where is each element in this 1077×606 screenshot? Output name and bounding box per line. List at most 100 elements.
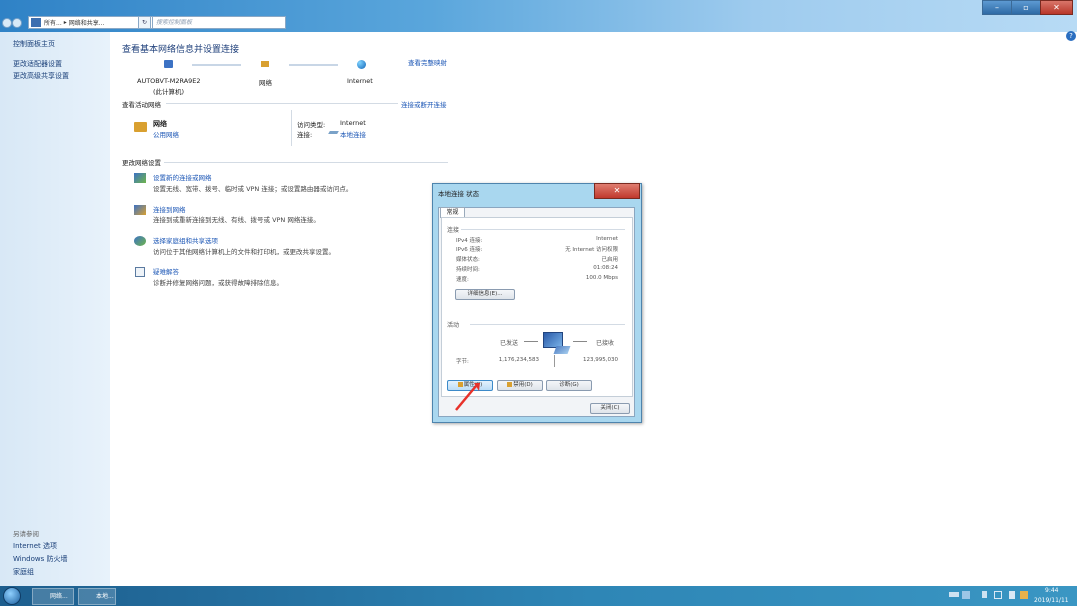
forward-button[interactable] (12, 18, 22, 28)
bytes-sent: 1,176,234,583 (498, 357, 539, 363)
media-state-value: 已启用 (601, 257, 618, 263)
map-line-2 (289, 64, 338, 66)
node-computer-sub: (此计算机) (153, 88, 185, 96)
breadcrumb-separator-icon: ▸ (63, 19, 67, 26)
minimize-button[interactable]: – (982, 0, 1012, 15)
sidebar-link-adapter[interactable]: 更改适配器设置 (13, 59, 62, 69)
taskbar (0, 586, 1077, 606)
flag-icon[interactable] (1020, 591, 1028, 599)
divider (166, 103, 398, 104)
node-network-label: 网络 (259, 79, 272, 87)
public-network-icon (134, 122, 147, 132)
task-homegroup-link[interactable]: 选择家庭组和共享选项 (153, 235, 218, 245)
active-networks-title: 查看活动网络 (122, 101, 161, 109)
network-tray-icon[interactable] (994, 591, 1002, 599)
ipv4-value: Internet (596, 236, 618, 242)
change-settings-title: 更改网络设置 (122, 159, 161, 167)
help-icon[interactable]: ? (1066, 31, 1076, 41)
taskbar-item-local[interactable]: 本地... (78, 588, 116, 605)
diagnose-button[interactable]: 诊断(G) (546, 380, 592, 391)
sidebar-home-link[interactable]: 控制面板主页 (13, 39, 55, 49)
task-homegroup-desc: 访问位于其他网络计算机上的文件和打印机，或更改共享设置。 (153, 248, 335, 256)
sidebar-firewall[interactable]: Windows 防火墙 (13, 554, 67, 564)
node-internet-label: Internet (347, 77, 373, 85)
annotation-arrow-icon (455, 383, 480, 411)
left-pane (0, 32, 110, 586)
disable-button-label: 禁用(D) (513, 382, 533, 388)
local-connection-link[interactable]: 本地连接 (340, 129, 366, 139)
task-troubleshoot-desc: 诊断并修复网络问题，或获得故障排除信息。 (153, 279, 283, 287)
sent-line (524, 341, 538, 342)
sidebar-link-sharing[interactable]: 更改高级共享设置 (13, 71, 69, 81)
see-also-title: 另请参阅 (13, 530, 39, 538)
connect-network-icon (134, 205, 146, 215)
computer-icon (164, 60, 173, 68)
shield-icon (507, 382, 513, 387)
sidebar-homegroup[interactable]: 家庭组 (13, 567, 34, 577)
divider (461, 229, 625, 230)
task-connect-network-desc: 连接到或重新连接到无线、有线、拨号或 VPN 网络连接。 (153, 216, 320, 224)
start-button[interactable] (3, 587, 21, 605)
speed-value: 100.0 Mbps (585, 275, 618, 281)
connections-label: 连接: (297, 131, 313, 139)
close-button[interactable]: ✕ (1040, 0, 1073, 15)
view-full-map-link[interactable]: 查看完整映射 (408, 57, 447, 67)
access-type-value: Internet (340, 119, 366, 127)
received-line (573, 341, 587, 342)
ethernet-icon (328, 131, 339, 134)
map-line-1 (192, 64, 241, 66)
control-panel-icon (31, 18, 41, 27)
page-title: 查看基本网络信息并设置连接 (122, 45, 240, 55)
access-type-label: 访问类型: (297, 121, 326, 129)
refresh-icon[interactable]: ↻ (138, 16, 151, 29)
divider (470, 324, 625, 325)
volume-icon[interactable] (1009, 591, 1015, 599)
ipv6-value: 无 Internet 访问权限 (565, 247, 618, 253)
disable-button[interactable]: 禁用(D) (497, 380, 543, 391)
received-label: 已接收 (596, 340, 615, 347)
task-troubleshoot-link[interactable]: 疑难解答 (153, 266, 179, 276)
maximize-button[interactable]: ▫ (1011, 0, 1041, 15)
bytes-separator (554, 355, 555, 367)
show-hidden-icons-icon[interactable] (982, 591, 987, 598)
breadcrumb-all[interactable]: 所有... (44, 18, 62, 27)
activity-computer-2-icon (553, 346, 571, 354)
node-computer-label: AUTOBVT-M2RA9E2 (137, 77, 201, 85)
ipv6-label: IPv6 连接: (456, 247, 483, 253)
ime-icon[interactable] (962, 591, 970, 599)
sidebar-internet-options[interactable]: Internet 选项 (13, 541, 57, 551)
duration-label: 持续时间: (456, 267, 480, 273)
clock-time[interactable]: 9:44 (1045, 587, 1058, 594)
dialog-close-button[interactable]: ✕ (594, 183, 640, 199)
ipv4-label: IPv4 连接: (456, 238, 483, 244)
task-connect-network-link[interactable]: 连接到网络 (153, 204, 186, 214)
keyboard-icon[interactable] (949, 592, 959, 597)
tab-panel (441, 217, 633, 397)
network-bench-icon (261, 61, 269, 67)
troubleshoot-icon (135, 267, 145, 277)
media-state-label: 媒体状态: (456, 257, 480, 263)
close-dialog-button[interactable]: 关闭(C) (590, 403, 630, 414)
network-type-link[interactable]: 公用网络 (153, 129, 179, 139)
back-button[interactable] (2, 18, 12, 28)
globe-icon (357, 60, 366, 69)
dialog-title: 本地连接 状态 (438, 190, 480, 198)
taskbar-item-network[interactable]: 网络... (32, 588, 74, 605)
breadcrumb-network[interactable]: 网络和共享... (69, 18, 105, 27)
new-connection-icon (134, 173, 146, 183)
details-button[interactable]: 详细信息(E)... (455, 289, 515, 300)
task-new-connection-link[interactable]: 设置新的连接或网络 (153, 172, 212, 182)
task-new-connection-desc: 设置无线、宽带、拨号、临时或 VPN 连接；或设置路由器或访问点。 (153, 185, 353, 193)
divider (164, 162, 448, 163)
connection-group-title: 连接 (447, 227, 460, 234)
connect-disconnect-link[interactable]: 连接或断开连接 (401, 99, 447, 109)
sent-label: 已发送 (500, 340, 519, 347)
clock-date[interactable]: 2019/11/11 (1034, 597, 1069, 604)
activity-group-title: 活动 (447, 322, 460, 329)
duration-value: 01:08:24 (593, 265, 618, 271)
speed-label: 速度: (456, 277, 469, 283)
search-input[interactable]: 搜索控制面板 (152, 16, 286, 29)
homegroup-icon (134, 236, 146, 246)
bytes-received: 123,995,030 (583, 357, 618, 363)
network-name: 网络 (153, 120, 167, 128)
